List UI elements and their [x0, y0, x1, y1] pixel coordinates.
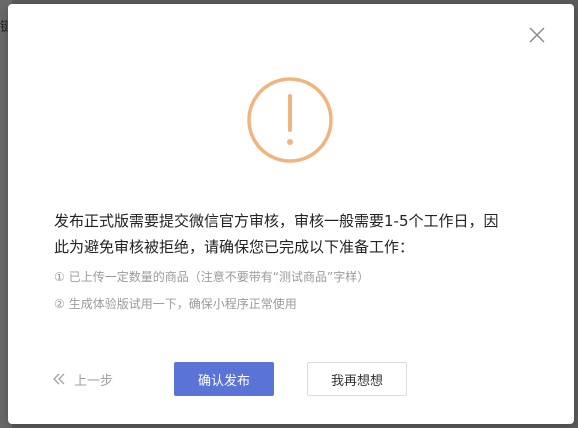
previous-step-label: 上一步: [74, 373, 114, 389]
confirm-publish-button[interactable]: 确认发布: [174, 362, 274, 396]
close-button[interactable]: [526, 24, 548, 46]
reconsider-button[interactable]: 我再想想: [307, 362, 407, 396]
exclamation-circle-icon: [247, 77, 333, 163]
close-icon: [529, 27, 545, 43]
message-line-2: 此为避免审核被拒绝，请确保您已完成以下准备工作：: [54, 238, 415, 256]
prep-step-item: ② 生成体验版试用一下，确保小程序正常使用: [54, 295, 297, 312]
publish-message: 发布正式版需要提交微信官方审核，审核一般需要1-5个工作日，因 此为避免审核被拒…: [54, 208, 532, 260]
step-text: 已上传一定数量的商品（注意不要带有“测试商品”字样）: [68, 270, 370, 284]
prep-step-item: ① 已上传一定数量的商品（注意不要带有“测试商品”字样）: [54, 268, 369, 285]
step-number: ①: [54, 270, 65, 284]
message-line-1: 发布正式版需要提交微信官方审核，审核一般需要1-5个工作日，因: [54, 212, 499, 230]
step-text: 生成体验版试用一下，确保小程序正常使用: [68, 297, 297, 311]
warning-icon-wrapper: [246, 76, 334, 164]
step-number: ②: [54, 297, 65, 311]
publish-confirm-dialog: 发布正式版需要提交微信官方审核，审核一般需要1-5个工作日，因 此为避免审核被拒…: [8, 4, 574, 424]
previous-step-button[interactable]: 上一步: [52, 369, 113, 389]
double-chevron-left-icon: [53, 373, 65, 385]
